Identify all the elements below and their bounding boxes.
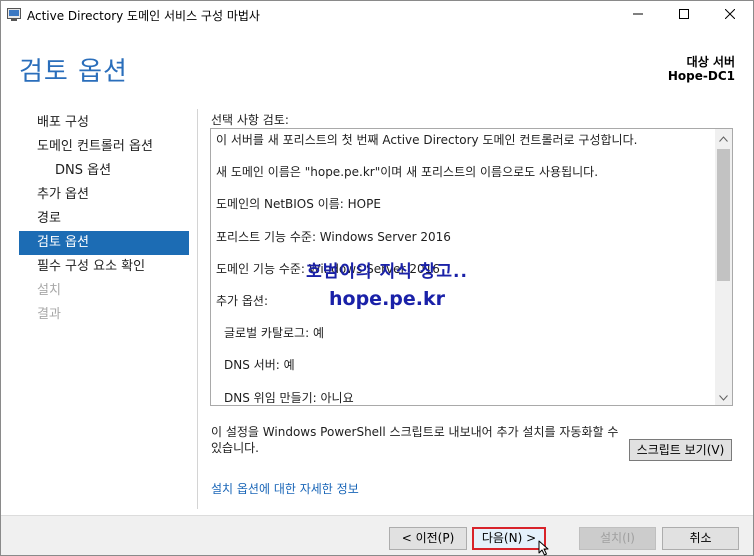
review-line: 글로벌 카탈로그: 예 xyxy=(224,326,324,341)
review-line: 추가 옵션: xyxy=(216,293,269,308)
review-scrollbar[interactable] xyxy=(715,129,732,405)
target-server-label: 대상 서버 xyxy=(686,55,735,69)
maximize-button[interactable] xyxy=(661,1,707,29)
review-line: 이 서버를 새 포리스트의 첫 번째 Active Directory 도메인 … xyxy=(216,133,638,147)
mouse-cursor-icon xyxy=(538,540,550,556)
target-server-name: Hope-DC1 xyxy=(667,69,735,83)
install-button: 설치(I) xyxy=(579,527,656,550)
review-line: 포리스트 기능 수준: Windows Server 2016 xyxy=(216,229,451,244)
review-lines: 이 서버를 새 포리스트의 첫 번째 Active Directory 도메인 … xyxy=(216,132,711,405)
export-description: 이 설정을 Windows PowerShell 스크립트로 내보내어 추가 설… xyxy=(211,425,619,455)
nav-item-dns-options[interactable]: DNS 옵션 xyxy=(19,159,189,183)
scroll-up-button[interactable] xyxy=(715,129,732,146)
maximize-icon xyxy=(679,8,689,22)
close-button[interactable] xyxy=(707,1,753,29)
footer-bar: < 이전(P) 다음(N) > 설치(I) 취소 xyxy=(1,515,753,555)
nav-item-review-options[interactable]: 검토 옵션 xyxy=(19,231,189,255)
previous-button[interactable]: < 이전(P) xyxy=(389,527,467,550)
nav-item-prerequisites-check[interactable]: 필수 구성 요소 확인 xyxy=(19,255,189,279)
title-bar[interactable]: Active Directory 도메인 서비스 구성 마법사 xyxy=(1,1,753,29)
more-info-link[interactable]: 설치 옵션에 대한 자세한 정보 xyxy=(211,480,359,497)
nav-item-paths[interactable]: 경로 xyxy=(19,207,189,231)
view-script-button[interactable]: 스크립트 보기(V) xyxy=(629,439,732,461)
nav-item-additional-options[interactable]: 추가 옵션 xyxy=(19,183,189,207)
nav-divider xyxy=(197,109,198,509)
review-line: 도메인 기능 수준: Windows Server 2016 xyxy=(216,261,440,276)
review-line: 새 도메인 이름은 "hope.pe.kr"이며 새 포리스트의 이름으로도 사… xyxy=(216,165,599,180)
minimize-icon xyxy=(633,8,643,22)
nav-item-results: 결과 xyxy=(37,307,61,322)
review-text-box[interactable]: 이 서버를 새 포리스트의 첫 번째 Active Directory 도메인 … xyxy=(210,128,733,406)
review-selections-label: 선택 사항 검토: xyxy=(211,113,289,127)
wizard-window: Active Directory 도메인 서비스 구성 마법사 검토 옵션 대상… xyxy=(0,0,754,556)
review-line: 도메인의 NetBIOS 이름: HOPE xyxy=(216,197,381,212)
nav-item-deployment-config[interactable]: 배포 구성 xyxy=(19,111,189,135)
window-title: Active Directory 도메인 서비스 구성 마법사 xyxy=(27,9,260,23)
review-line: DNS 위임 만들기: 아니요 xyxy=(224,390,354,405)
scroll-thumb[interactable] xyxy=(717,149,730,281)
next-button[interactable]: 다음(N) > xyxy=(472,527,546,550)
close-icon xyxy=(724,8,736,22)
scroll-down-button[interactable] xyxy=(715,388,732,405)
chevron-down-icon xyxy=(719,390,728,404)
ad-wizard-icon xyxy=(7,8,21,21)
page-title: 검토 옵션 xyxy=(19,57,128,87)
minimize-button[interactable] xyxy=(615,1,661,29)
nav-item-installation: 설치 xyxy=(37,283,61,298)
wizard-nav: 배포 구성 도메인 컨트롤러 옵션 DNS 옵션 추가 옵션 경로 검토 옵션 … xyxy=(19,111,189,327)
chevron-up-icon xyxy=(719,131,728,145)
review-line: DNS 서버: 예 xyxy=(224,358,295,373)
nav-item-dc-options[interactable]: 도메인 컨트롤러 옵션 xyxy=(19,135,189,159)
cancel-button[interactable]: 취소 xyxy=(662,527,739,550)
